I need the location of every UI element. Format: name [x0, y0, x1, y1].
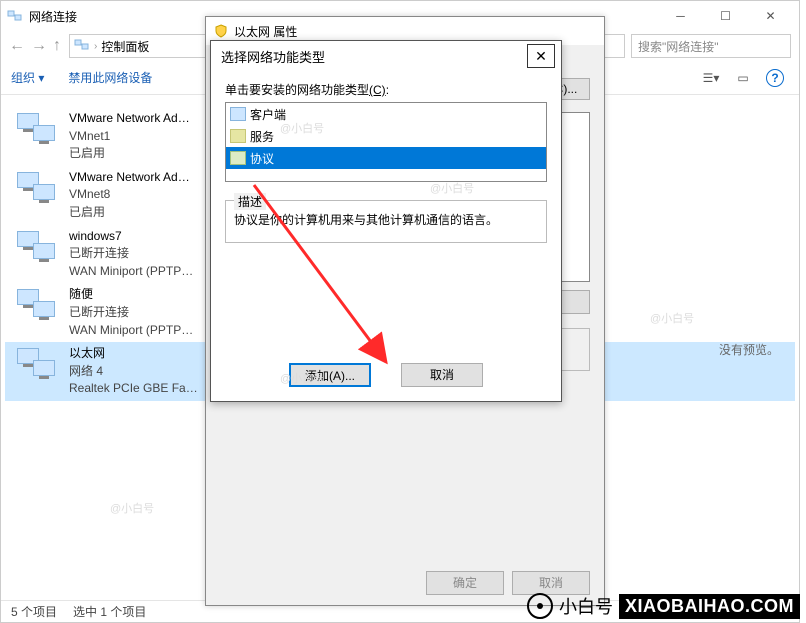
network-icon [7, 8, 23, 24]
breadcrumb-label[interactable]: 控制面板 [101, 38, 149, 55]
feature-type-dialog: 选择网络功能类型 ✕ 单击要安装的网络功能类型(C): 客户端 服务 协议 描述… [210, 40, 562, 402]
help-button[interactable]: ? [761, 66, 789, 90]
feature-type-client[interactable]: 客户端 [226, 103, 546, 125]
properties-title: 以太网 属性 [234, 23, 297, 40]
connection-sub: 网络 4 [69, 364, 198, 380]
connection-sub: WAN Miniport (PPTP… [69, 323, 193, 339]
protocol-icon [230, 151, 246, 165]
dialog-close-button[interactable]: ✕ [527, 44, 555, 68]
connection-name: VMware Network Ad… [69, 170, 190, 186]
organize-button[interactable]: 组织 ▾ [11, 69, 44, 86]
connection-sub: VMnet8 [69, 187, 190, 203]
feature-type-protocol[interactable]: 协议 [226, 147, 546, 169]
connection-icon [15, 287, 63, 331]
wifi-icon [527, 593, 553, 619]
view-icon[interactable]: ☰▾ [697, 66, 725, 90]
nav-forward-icon[interactable]: → [31, 37, 47, 55]
connection-icon [15, 346, 63, 390]
brand-watermark: 小白号 XIAOBAIHAO.COM [527, 593, 800, 619]
feature-type-listbox[interactable]: 客户端 服务 协议 [225, 102, 547, 182]
shield-icon [214, 24, 228, 38]
feature-description-text: 协议是你的计算机用来与其他计算机通信的语言。 [234, 211, 538, 228]
connection-name: VMware Network Ad… [69, 111, 190, 127]
network-icon [74, 37, 90, 56]
nav-back-icon[interactable]: ← [9, 37, 25, 55]
connection-icon [15, 229, 63, 273]
connection-icon [15, 170, 63, 214]
connection-sub: 已断开连接 [69, 305, 193, 321]
connection-sub: 已断开连接 [69, 246, 193, 262]
feature-type-title: 选择网络功能类型 [221, 47, 325, 66]
ok-button[interactable]: 确定 [426, 571, 504, 595]
maximize-button[interactable]: ☐ [703, 1, 748, 31]
connection-name: 以太网 [69, 346, 198, 362]
connection-sub: Realtek PCIe GBE Fa… [69, 381, 198, 397]
minimize-button[interactable]: ─ [658, 1, 703, 31]
connection-sub: 已启用 [69, 146, 190, 162]
status-item-count: 5 个项目 [11, 603, 57, 620]
connection-sub: 已启用 [69, 205, 190, 221]
cancel-button[interactable]: 取消 [512, 571, 590, 595]
feature-description-fieldset: 描述 协议是你的计算机用来与其他计算机通信的语言。 [225, 200, 547, 243]
client-icon [230, 107, 246, 121]
connection-name: 随便 [69, 287, 193, 303]
cancel-button[interactable]: 取消 [401, 363, 483, 387]
disable-device-button[interactable]: 禁用此网络设备 [68, 69, 152, 86]
feature-type-service[interactable]: 服务 [226, 125, 546, 147]
search-input[interactable]: 搜索"网络连接" [631, 34, 791, 58]
feature-description-legend: 描述 [234, 193, 266, 210]
feature-type-instruction: 单击要安装的网络功能类型(C): [225, 81, 547, 98]
connection-name: windows7 [69, 229, 193, 245]
preview-pane-icon[interactable]: ▭ [729, 66, 757, 90]
add-button[interactable]: 添加(A)... [289, 363, 371, 387]
connection-icon [15, 111, 63, 155]
close-button[interactable]: ✕ [748, 1, 793, 31]
status-selected-count: 选中 1 个项目 [73, 603, 146, 620]
connection-sub: WAN Miniport (PPTP… [69, 264, 193, 280]
chevron-right-icon: › [94, 41, 97, 52]
nav-up-icon[interactable]: ↑ [53, 37, 61, 55]
preview-pane-text: 没有预览。 [719, 341, 779, 358]
service-icon [230, 129, 246, 143]
connection-sub: VMnet1 [69, 129, 190, 145]
